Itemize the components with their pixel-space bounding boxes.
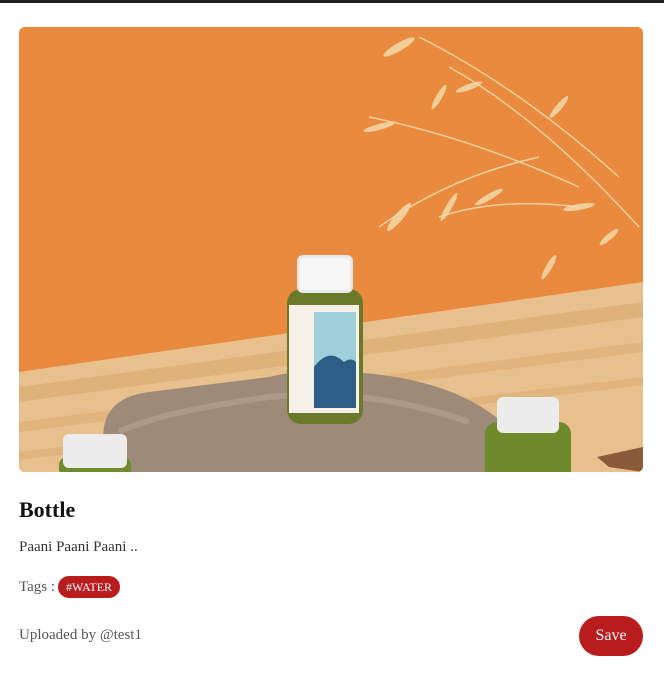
tag-badge[interactable]: #WATER	[58, 576, 121, 598]
uploader-text: Uploaded by @test1	[19, 627, 142, 643]
tags-row: Tags : #WATER	[19, 576, 121, 598]
post-title: Bottle	[19, 497, 76, 522]
post-image	[19, 27, 643, 472]
top-bar	[0, 0, 664, 3]
save-button[interactable]: Save	[579, 616, 643, 656]
post-card: Bottle Paani Paani Paani .. Tags : #WATE…	[19, 27, 643, 656]
post-description: Paani Paani Paani ..	[19, 539, 138, 555]
tags-label: Tags :	[19, 578, 56, 595]
